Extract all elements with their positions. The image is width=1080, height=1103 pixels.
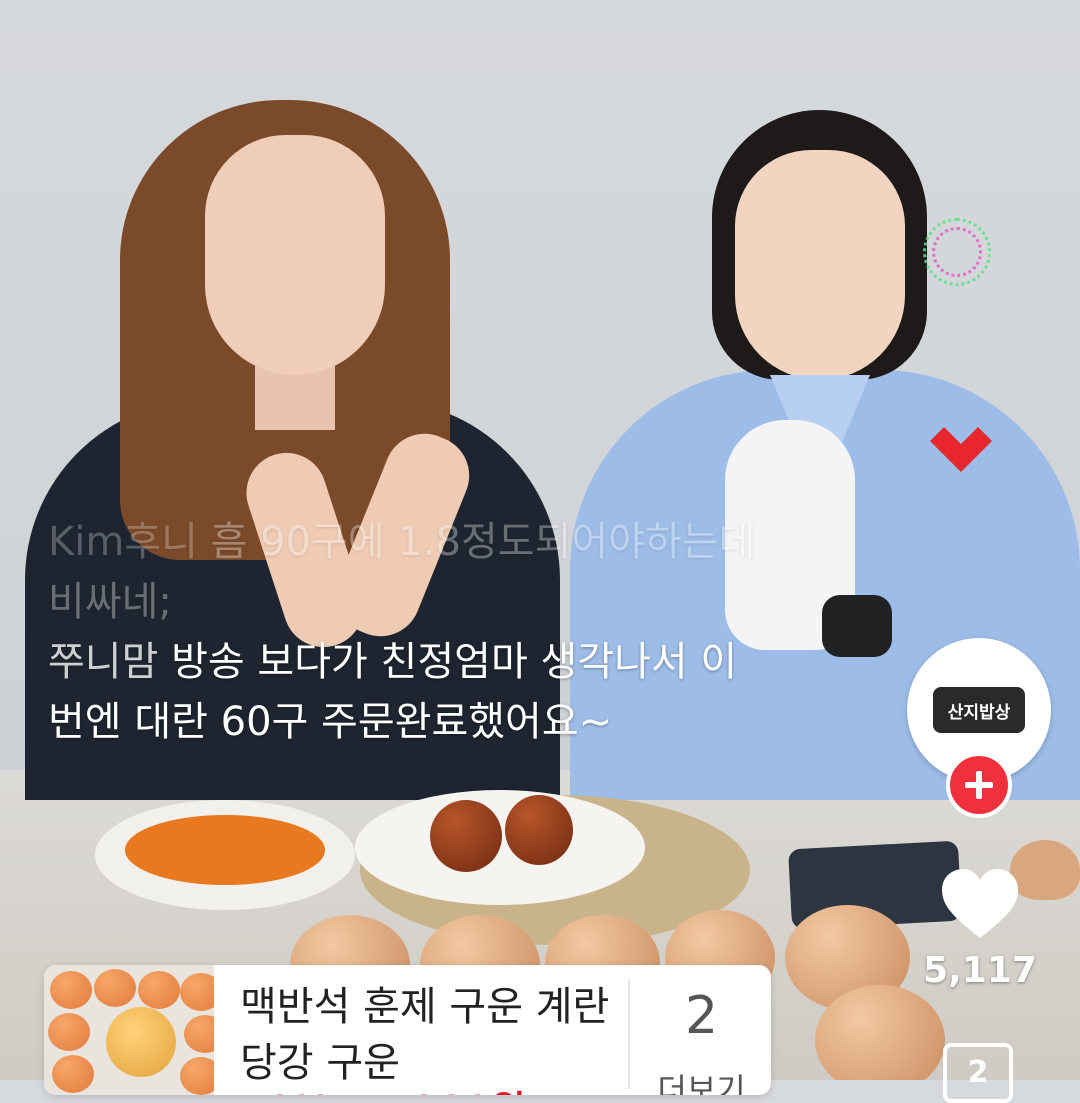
product-list-count: 2 [967, 1055, 989, 1090]
product-thumbnail [44, 965, 214, 1095]
more-products-link[interactable]: 더보기 [632, 1065, 771, 1095]
plus-icon [965, 771, 993, 799]
host-right-face [735, 150, 905, 380]
floating-heart-icon [930, 427, 992, 472]
comment-item: 쭈니맘 방송 보다가 친정엄마 생각나서 이번엔 대란 60구 주문완료했어요~ [48, 632, 768, 752]
product-price: 70% 14,900원 [240, 1079, 526, 1095]
like-count: 5,117 [923, 950, 1037, 991]
heart-icon[interactable] [938, 866, 1022, 942]
chat-comments: Kim후니 흠 90구에 1.8정도되어야하는데 비싸네; 쭈니맘 방송 보다가… [48, 512, 768, 752]
braised-egg [430, 800, 502, 872]
divider [628, 979, 630, 1089]
sparkle-effect [923, 218, 991, 286]
follow-button[interactable] [946, 752, 1012, 818]
host-left-face [205, 135, 385, 375]
host-right-watch [822, 595, 892, 657]
comment-user: Kim후니 [48, 519, 198, 565]
carrot-dish [125, 815, 325, 885]
comment-user: 쭈니맘 [48, 639, 159, 685]
product-card[interactable]: 맥반석 훈제 구운 계란 당강 구운 70% 14,900원 2 더보기 [44, 965, 771, 1095]
channel-logo: 산지밥상 [929, 687, 1029, 733]
comment-item: Kim후니 흠 90구에 1.8정도되어야하는데 비싸네; [48, 512, 768, 632]
product-list-button[interactable]: 2 [943, 1043, 1013, 1103]
product-index: 2 [684, 986, 719, 1046]
braised-egg [505, 795, 573, 865]
product-title: 맥반석 훈제 구운 계란 당강 구운 [240, 984, 610, 1086]
egg-image [106, 1007, 176, 1077]
